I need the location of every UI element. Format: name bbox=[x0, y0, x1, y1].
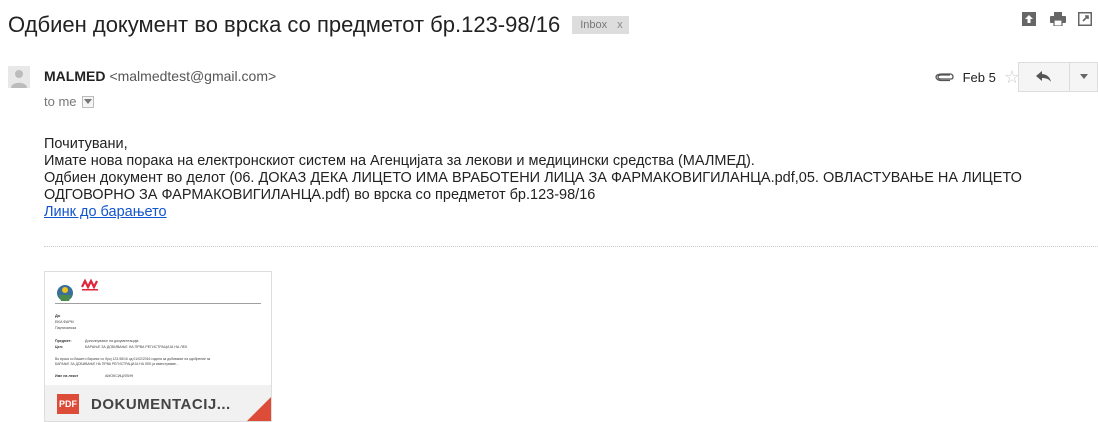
body-line-2: Одбиен документ во делот (06. ДОКАЗ ДЕКА… bbox=[44, 170, 1022, 203]
body-line-1: Имате нова порака на електронскиот систе… bbox=[44, 153, 755, 169]
preview-paragraph-1: Во врска со Вашето барање со број 123-98… bbox=[55, 357, 210, 361]
preview-purpose-value: БАРАЊЕ ЗА ДОБИВАЊЕ НА ПРВА РЕГИСТРАЦИЈА … bbox=[85, 345, 188, 349]
remove-label-button[interactable]: x bbox=[617, 19, 623, 31]
recipient-text: to me bbox=[44, 94, 77, 109]
preview-paragraph-2: БАРАЊЕ ЗА ДОБИВАЊЕ НА ПРВА РЕГИСТРАЦИЈА … bbox=[55, 362, 179, 366]
chevron-down-icon bbox=[1079, 74, 1088, 79]
request-link[interactable]: Линк до барањето bbox=[44, 204, 167, 220]
reply-icon bbox=[1036, 71, 1051, 82]
preview-recipient-2: Партизанска bbox=[55, 326, 76, 330]
new-window-icon[interactable] bbox=[1078, 12, 1092, 26]
sender-row: MALMED <malmedtest@gmail.com> bbox=[44, 68, 276, 84]
chevron-down-icon bbox=[83, 98, 92, 104]
recipient-row: to me bbox=[44, 94, 94, 109]
preview-subject-value: Дополнување на документација bbox=[85, 339, 138, 343]
inbox-label-text: Inbox bbox=[580, 19, 608, 31]
paperclip-icon bbox=[934, 70, 955, 85]
preview-subject-label: Предмет: bbox=[55, 339, 72, 343]
attachment-divider bbox=[44, 246, 1098, 247]
thread-toolbar bbox=[1022, 12, 1092, 27]
reply-button[interactable] bbox=[1018, 62, 1070, 92]
sender-email: <malmedtest@gmail.com> bbox=[109, 68, 277, 84]
print-icon[interactable] bbox=[1050, 12, 1066, 27]
inbox-label-chip[interactable]: Inbox x bbox=[572, 16, 629, 34]
subject-row: Одбиен документ во врска со предметот бр… bbox=[8, 10, 629, 40]
message-body: Почитувани, Имате нова порака на електро… bbox=[44, 136, 1084, 221]
attachment-filename: DOKUMENTACIJ... bbox=[91, 395, 231, 413]
sender-name[interactable]: MALMED bbox=[44, 68, 105, 84]
preview-recipient-1: ЕКИ-ФАРМ bbox=[55, 320, 74, 324]
expand-icon[interactable] bbox=[1022, 12, 1036, 26]
preview-drug-label: Име на лекот bbox=[55, 374, 78, 378]
body-greeting: Почитувани, bbox=[44, 136, 128, 152]
preview-drug-value: АМОКСИЦИЛИН bbox=[105, 374, 134, 378]
preview-purpose-label: Цел: bbox=[55, 345, 63, 349]
email-subject: Одбиен документ во врска со предметот бр… bbox=[8, 12, 561, 37]
preview-to-label: До bbox=[55, 313, 61, 318]
show-details-button[interactable] bbox=[81, 95, 94, 108]
pdf-icon: PDF bbox=[57, 394, 79, 414]
message-meta: Feb 5 ☆ bbox=[934, 68, 1020, 86]
sender-avatar bbox=[8, 66, 30, 88]
attachment-card[interactable]: До ЕКИ-ФАРМ Партизанска Предмет: Дополну… bbox=[44, 271, 272, 422]
attachment-footer: PDF DOKUMENTACIJ... bbox=[45, 385, 271, 421]
attachment-corner-fold bbox=[247, 397, 271, 421]
more-options-button[interactable] bbox=[1070, 62, 1098, 92]
message-date: Feb 5 bbox=[962, 69, 996, 85]
